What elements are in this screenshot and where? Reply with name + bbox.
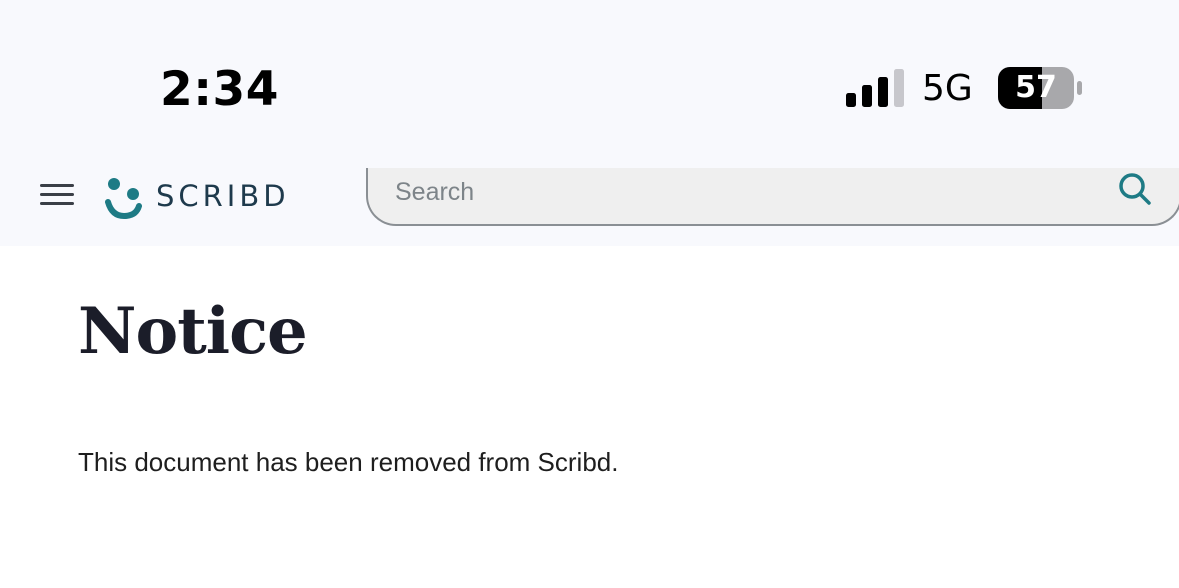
- hamburger-menu-icon[interactable]: [38, 180, 78, 210]
- search-bar[interactable]: [366, 168, 1179, 226]
- logo-wordmark: SCRIBD: [156, 179, 290, 213]
- status-time: 2:34: [160, 62, 279, 117]
- removal-message: This document has been removed from Scri…: [78, 447, 619, 477]
- scribd-logo-icon: [105, 178, 142, 220]
- scribd-logo[interactable]: SCRIBD: [104, 172, 290, 220]
- main-content: Notice This document has been removed fr…: [78, 294, 618, 478]
- page-title: Notice: [78, 294, 308, 369]
- battery-indicator: 57: [998, 67, 1084, 109]
- battery-level: 57: [1015, 70, 1057, 105]
- site-header: SCRIBD: [0, 160, 1179, 246]
- signal-icon: [846, 69, 904, 107]
- network-type: 5G: [922, 68, 973, 109]
- search-input[interactable]: [395, 172, 1095, 212]
- status-bar: 2:34 5G 57: [0, 0, 1179, 160]
- search-icon[interactable]: [1116, 170, 1154, 208]
